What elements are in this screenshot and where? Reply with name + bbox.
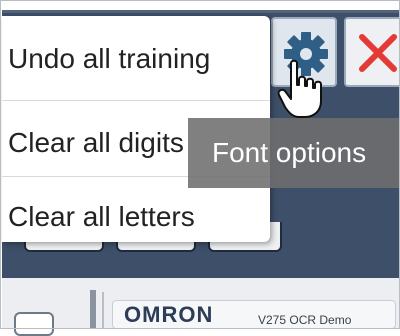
window-border (0, 0, 400, 329)
